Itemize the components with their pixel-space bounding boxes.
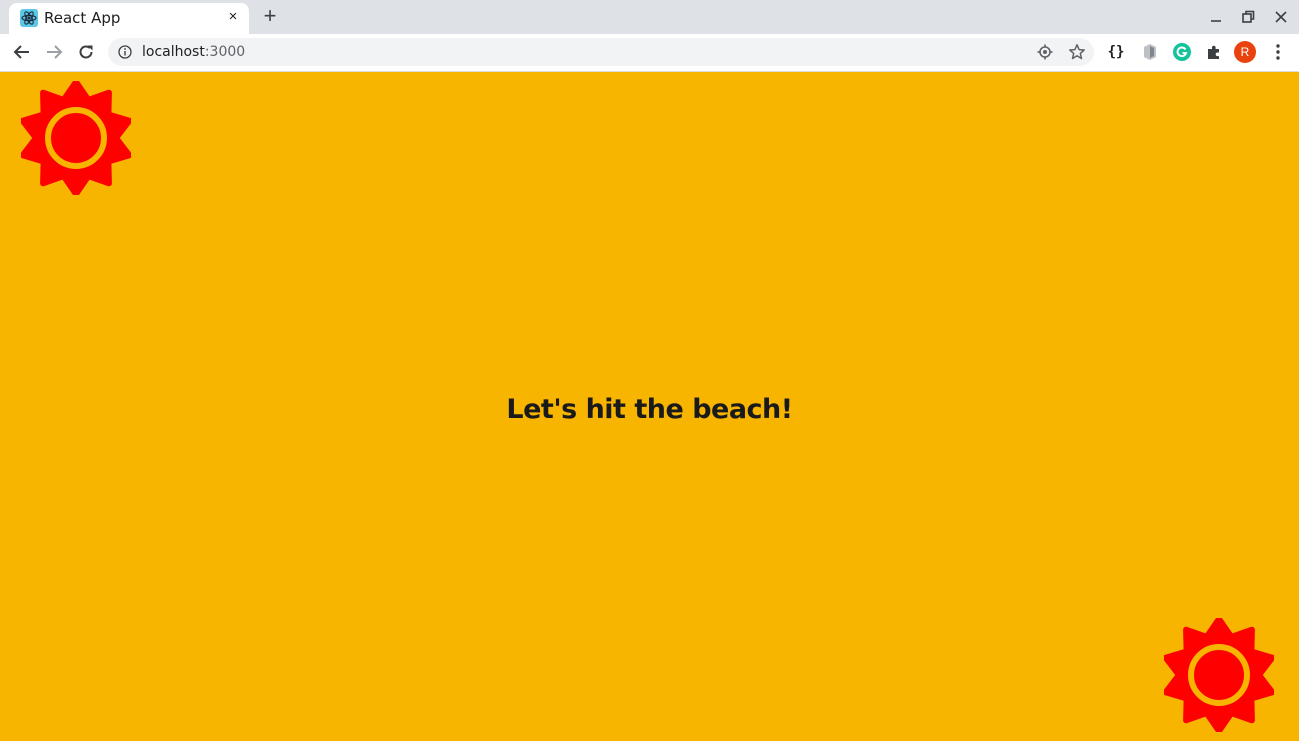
- bookmark-star-icon[interactable]: [1068, 43, 1086, 61]
- tab-title: React App: [44, 9, 121, 27]
- json-extension-icon[interactable]: {}: [1106, 42, 1126, 62]
- sun-icon: [1164, 618, 1274, 732]
- forward-arrow-icon[interactable]: [44, 42, 64, 62]
- grammarly-icon[interactable]: [1172, 42, 1192, 62]
- react-logo-icon: [20, 9, 38, 27]
- new-tab-button[interactable]: +: [260, 5, 280, 27]
- location-target-icon[interactable]: [1036, 43, 1054, 61]
- browser-toolbar: localhost:3000 {} R: [0, 34, 1299, 72]
- browser-tab[interactable]: React App ×: [9, 3, 249, 34]
- sun-icon: [21, 81, 131, 195]
- address-bar[interactable]: localhost:3000: [108, 38, 1094, 66]
- more-menu-icon[interactable]: [1268, 42, 1288, 62]
- reload-icon[interactable]: [76, 42, 96, 62]
- back-arrow-icon[interactable]: [12, 42, 32, 62]
- window-close-icon[interactable]: [1272, 8, 1290, 26]
- tab-close-icon[interactable]: ×: [225, 9, 241, 25]
- shield-extension-icon[interactable]: [1140, 42, 1160, 62]
- page-headline: Let's hit the beach!: [506, 394, 793, 425]
- minimize-icon[interactable]: [1207, 8, 1225, 26]
- page-content: Let's hit the beach!: [0, 72, 1299, 741]
- tab-strip: React App × +: [0, 0, 1299, 34]
- extensions-puzzle-icon[interactable]: [1204, 42, 1224, 62]
- info-icon[interactable]: [118, 45, 132, 59]
- url-text[interactable]: localhost:3000: [142, 43, 245, 61]
- restore-icon[interactable]: [1239, 8, 1257, 26]
- url-port: :3000: [204, 44, 246, 60]
- profile-avatar[interactable]: R: [1234, 41, 1256, 63]
- url-host: localhost: [142, 44, 205, 60]
